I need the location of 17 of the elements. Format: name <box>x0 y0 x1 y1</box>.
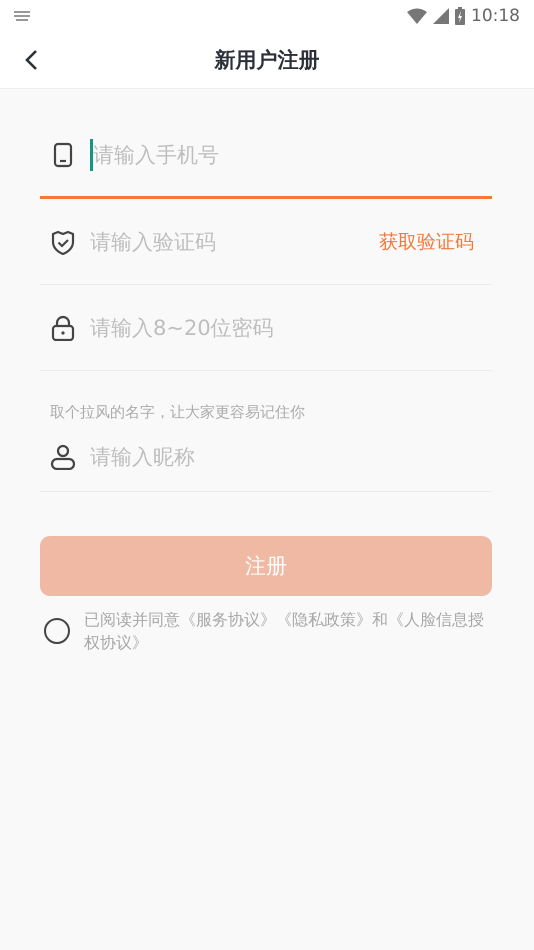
get-code-button[interactable]: 获取验证码 <box>379 228 492 254</box>
shield-check-icon <box>50 228 76 254</box>
signal-icon <box>433 8 449 24</box>
user-icon <box>50 444 76 470</box>
nickname-field[interactable]: 请输入昵称 <box>90 444 492 468</box>
nickname-hint: 取个拉风的名字，让大家更容易记住你 <box>49 402 306 422</box>
agreement-radio[interactable] <box>44 618 70 644</box>
password-field[interactable]: 请输入8~20位密码 <box>90 316 492 340</box>
phone-field[interactable]: 请输入手机号 <box>93 142 492 166</box>
agreement-text: 已阅读并同意《服务协议》《隐私政策》和《人脸信息授权协议》 <box>84 609 485 654</box>
battery-icon <box>455 7 465 25</box>
page-title: 新用户注册 <box>214 47 320 74</box>
wifi-icon <box>407 8 427 24</box>
status-time: 10:18 <box>471 6 520 26</box>
code-field[interactable]: 请输入验证码 <box>90 230 365 254</box>
text-cursor <box>90 138 93 170</box>
lock-icon <box>50 314 76 340</box>
